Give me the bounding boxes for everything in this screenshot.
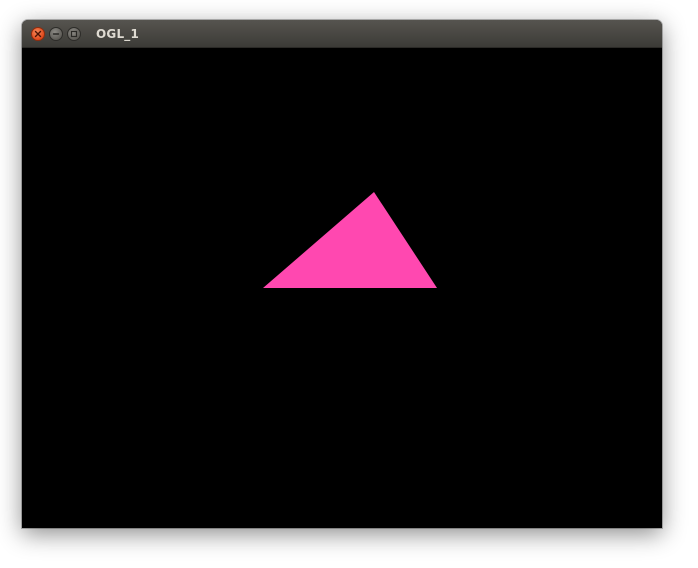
maximize-button[interactable]	[67, 27, 81, 41]
close-icon	[34, 30, 42, 38]
minimize-button[interactable]	[49, 27, 63, 41]
gl-canvas[interactable]	[22, 48, 662, 528]
app-window: OGL_1	[22, 20, 662, 528]
close-button[interactable]	[31, 27, 45, 41]
window-title: OGL_1	[96, 27, 140, 41]
minimize-icon	[52, 30, 60, 38]
pink-triangle	[263, 192, 437, 288]
maximize-icon	[70, 30, 78, 38]
scene-svg	[263, 192, 437, 288]
title-bar[interactable]: OGL_1	[22, 20, 662, 48]
